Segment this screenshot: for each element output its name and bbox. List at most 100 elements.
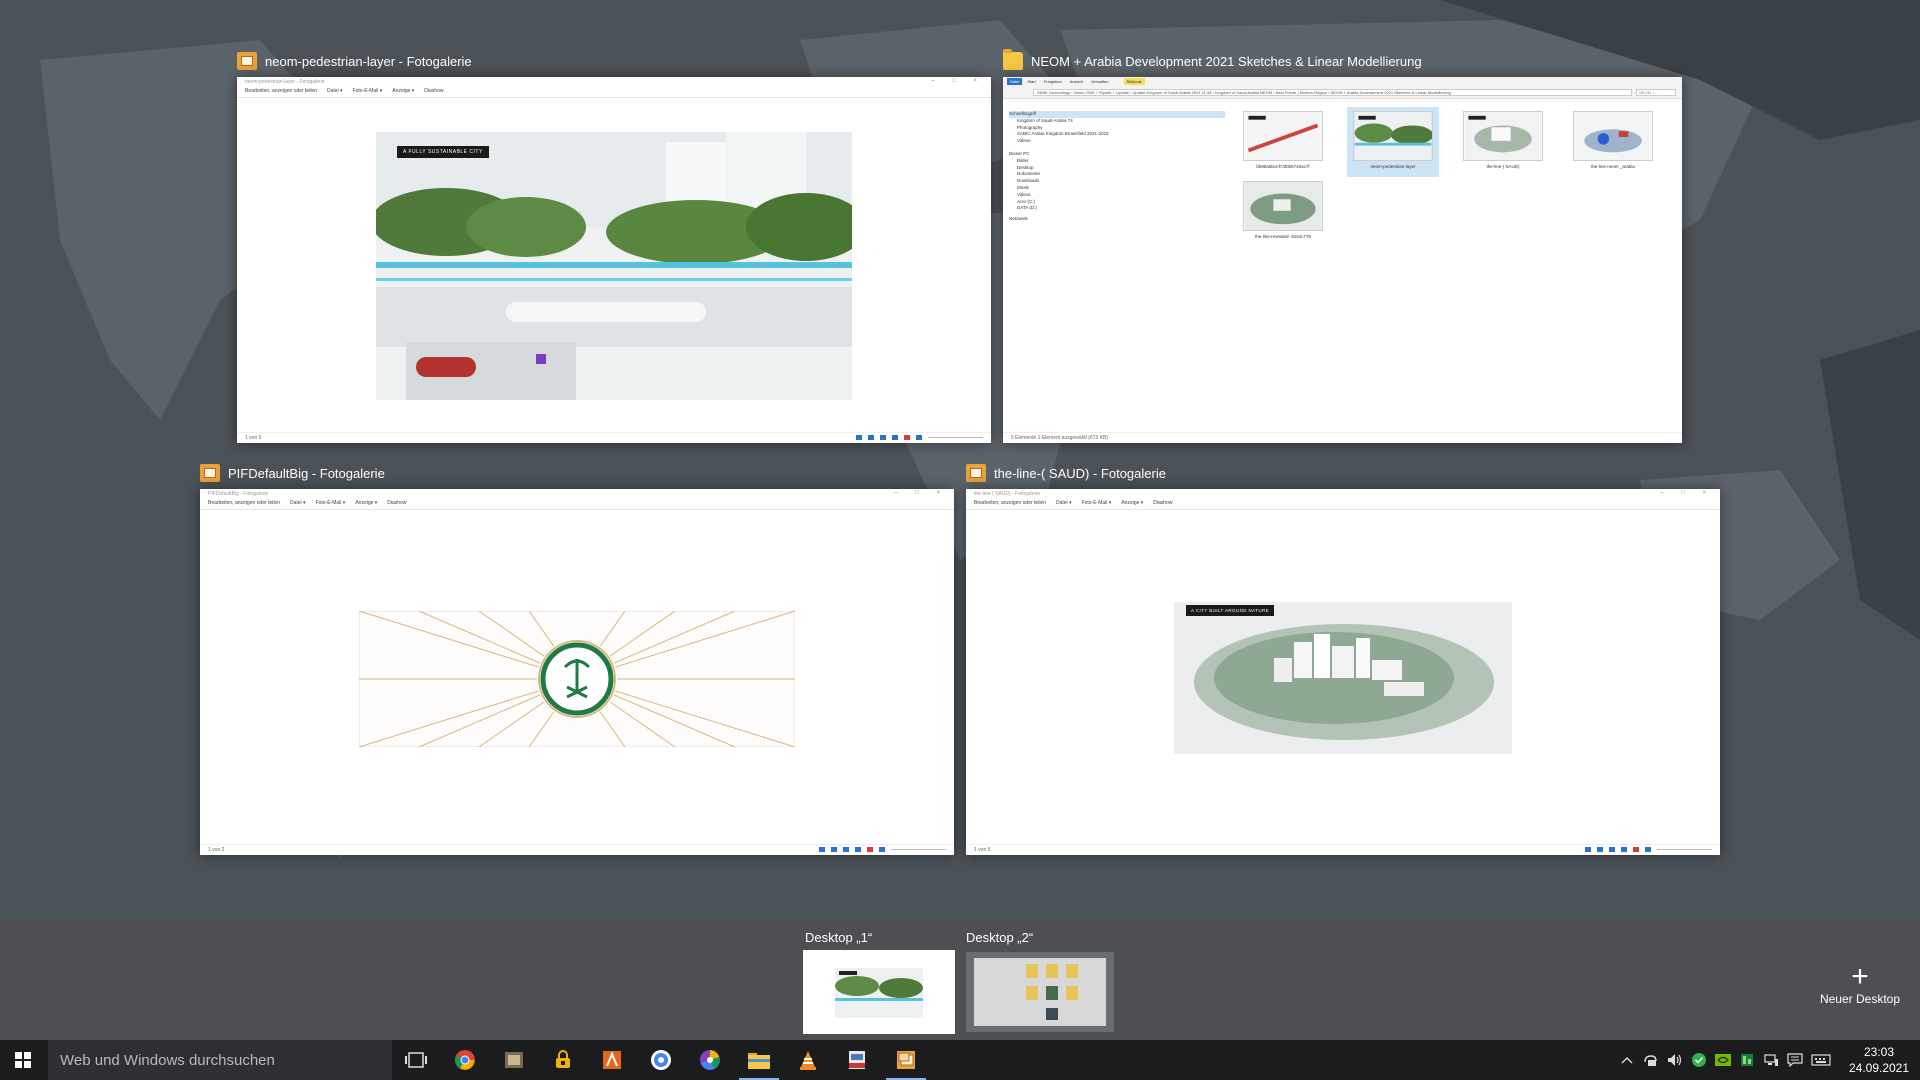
file-thumbnail-selected[interactable]: neom-pedestrian-layer	[1347, 107, 1439, 177]
tab-freigeben[interactable]: Freigeben	[1041, 78, 1065, 85]
keyboard-icon[interactable]	[1808, 1040, 1834, 1080]
tab-ansicht[interactable]: Ansicht	[1067, 78, 1086, 85]
photo-gallery-icon	[237, 52, 257, 70]
window-caption-text: PIFDefaultBig - Fotogalerie	[228, 465, 385, 481]
adobe-icon[interactable]	[588, 1040, 636, 1080]
nav-item[interactable]: Kingdom of Saudi Arabia 74	[1009, 118, 1225, 125]
command-file[interactable]: Datei ▾	[1056, 500, 1072, 507]
address-bar[interactable]: SABE Geoecology › Vision 2030 + Riyadh +…	[1033, 89, 1632, 96]
nav-item[interactable]: Dieser PC	[1009, 151, 1225, 158]
tab-start[interactable]: Start	[1024, 78, 1038, 85]
viewer-controls[interactable]	[1585, 847, 1712, 852]
nav-item[interactable]: DATA (D:)	[1009, 205, 1225, 212]
command-edit[interactable]: Bearbeiten, anzeigen oder teilen	[974, 500, 1046, 507]
new-desktop-button[interactable]: + Neuer Desktop	[1812, 962, 1908, 1007]
window-body: neom-pedestrian-layer - Fotogalerie – □ …	[237, 77, 991, 443]
network-icon[interactable]	[1760, 1040, 1782, 1080]
command-edit[interactable]: Bearbeiten, anzeigen oder teilen	[208, 500, 280, 507]
pdf-icon[interactable]	[833, 1040, 881, 1080]
window-caption[interactable]: the-line-( SAUD) - Fotogalerie	[966, 461, 1166, 485]
clock[interactable]: 23:03 24.09.2021	[1844, 1044, 1914, 1076]
photo-neom-pedestrian	[376, 132, 852, 400]
nav-item[interactable]: Netzwerk	[1009, 216, 1225, 223]
sync-icon[interactable]	[1640, 1040, 1662, 1080]
window-the-line-saud[interactable]: the-line-( SAUD) - Fotogalerie the-line-…	[966, 464, 1720, 855]
network-activity-icon[interactable]	[1736, 1040, 1758, 1080]
window-controls[interactable]: – □ ×	[931, 78, 985, 84]
command-email[interactable]: Foto-E-Mail ▾	[353, 88, 383, 95]
nav-item[interactable]: Desktop	[1009, 165, 1225, 172]
tab-datei[interactable]: Datei	[1007, 78, 1023, 85]
file-explorer-icon[interactable]	[735, 1040, 783, 1080]
status-bar: 1 von 5	[237, 432, 991, 443]
command-slideshow[interactable]: Diashow	[424, 88, 443, 95]
file-thumbnail[interactable]: bb88a6bcef74f0b6740ac7f	[1237, 107, 1329, 177]
file-thumbnail[interactable]: the-line-( SAUD)	[1457, 107, 1549, 177]
chrome-icon[interactable]	[441, 1040, 489, 1080]
picasa-icon[interactable]	[686, 1040, 734, 1080]
task-view-icon[interactable]	[392, 1040, 440, 1080]
notifications-icon[interactable]	[1784, 1040, 1806, 1080]
command-file[interactable]: Datei ▾	[290, 500, 306, 507]
command-file[interactable]: Datei ▾	[327, 88, 343, 95]
window-caption[interactable]: PIFDefaultBig - Fotogalerie	[200, 461, 385, 485]
nav-item[interactable]: Videos	[1009, 192, 1225, 199]
photo-gallery-icon	[200, 464, 220, 482]
window-file-explorer[interactable]: NEOM + Arabia Development 2021 Sketches …	[1003, 49, 1682, 443]
security-icon[interactable]	[539, 1040, 587, 1080]
desktop-preview[interactable]	[966, 952, 1114, 1032]
command-edit[interactable]: Bearbeiten, anzeigen oder teilen	[245, 88, 317, 95]
command-view[interactable]: Anzeige ▾	[355, 500, 377, 507]
window-controls[interactable]: – □ ×	[894, 490, 948, 496]
status-text: 1 von 2	[208, 847, 225, 853]
virtual-desktops-bar: Desktop „1“ Desktop „2“ + Neuer Desktop	[0, 920, 1920, 1040]
start-button[interactable]	[0, 1040, 46, 1080]
command-view[interactable]: Anzeige ▾	[392, 88, 414, 95]
nav-item[interactable]: Acer (C:)	[1009, 199, 1225, 206]
volume-icon[interactable]	[1664, 1040, 1686, 1080]
nvidia-icon[interactable]	[1712, 1040, 1734, 1080]
window-caption[interactable]: neom-pedestrian-layer - Fotogalerie	[237, 49, 472, 73]
window-titlebar: PIFDefaultBig - Fotogalerie – □ ×	[200, 489, 954, 498]
viewer-controls[interactable]	[856, 435, 983, 440]
photo-gallery-icon[interactable]	[882, 1040, 930, 1080]
window-controls[interactable]: – □ ×	[1660, 490, 1714, 496]
nav-item[interactable]: Downloads	[1009, 178, 1225, 185]
tab-verwalten[interactable]: Verwalten	[1088, 78, 1112, 85]
nav-item[interactable]: Photography	[1009, 125, 1225, 132]
nav-item[interactable]: Videos	[1009, 138, 1225, 145]
file-name: bb88a6bcef74f0b6740ac7f	[1256, 164, 1310, 169]
vlc-icon[interactable]	[784, 1040, 832, 1080]
file-tool-icon[interactable]	[490, 1040, 538, 1080]
window-neom-pedestrian-layer[interactable]: neom-pedestrian-layer - Fotogalerie neom…	[237, 52, 991, 443]
file-name: the-line-( SAUD)	[1486, 164, 1520, 169]
file-thumbnail[interactable]: the-line-neom _arabia	[1567, 107, 1659, 177]
nav-item[interactable]: Schnellzugriff	[1009, 111, 1225, 118]
nav-item[interactable]: Musik	[1009, 185, 1225, 192]
photo-gallery-icon	[966, 464, 986, 482]
window-caption-text: neom-pedestrian-layer - Fotogalerie	[265, 53, 472, 69]
window-titlebar: neom-pedestrian-layer - Fotogalerie – □ …	[237, 77, 991, 86]
window-caption[interactable]: NEOM + Arabia Development 2021 Sketches …	[1003, 49, 1422, 73]
command-slideshow[interactable]: Diashow	[1153, 500, 1172, 507]
command-slideshow[interactable]: Diashow	[387, 500, 406, 507]
task-view: neom-pedestrian-layer - Fotogalerie neom…	[0, 0, 1920, 920]
nav-item[interactable]: SABIC Arabia Kingdom Brownfield 2021-202…	[1009, 131, 1225, 138]
status-bar: 1 von 5	[966, 844, 1720, 855]
search-input[interactable]: NEOM +...	[1636, 89, 1676, 96]
nav-item[interactable]: Dokumente	[1009, 171, 1225, 178]
shield-check-icon[interactable]	[1688, 1040, 1710, 1080]
nav-item[interactable]: Bilder	[1009, 158, 1225, 165]
command-email[interactable]: Foto-E-Mail ▾	[316, 500, 346, 507]
file-thumbnail[interactable]: the-line-revealed- 9154c77b	[1237, 177, 1329, 247]
command-email[interactable]: Foto-E-Mail ▾	[1082, 500, 1112, 507]
chrome-alt-icon[interactable]	[637, 1040, 685, 1080]
status-text: 1 von 5	[974, 847, 991, 853]
window-pif-default-big[interactable]: PIFDefaultBig - Fotogalerie PIFDefaultBi…	[200, 464, 954, 855]
taskbar-search-input[interactable]: Web und Windows durchsuchen	[48, 1040, 392, 1080]
command-view[interactable]: Anzeige ▾	[1121, 500, 1143, 507]
viewer-controls[interactable]	[819, 847, 946, 852]
desktop-preview[interactable]	[803, 950, 955, 1034]
file-image	[1463, 111, 1543, 161]
show-hidden-icons-button[interactable]	[1616, 1040, 1638, 1080]
